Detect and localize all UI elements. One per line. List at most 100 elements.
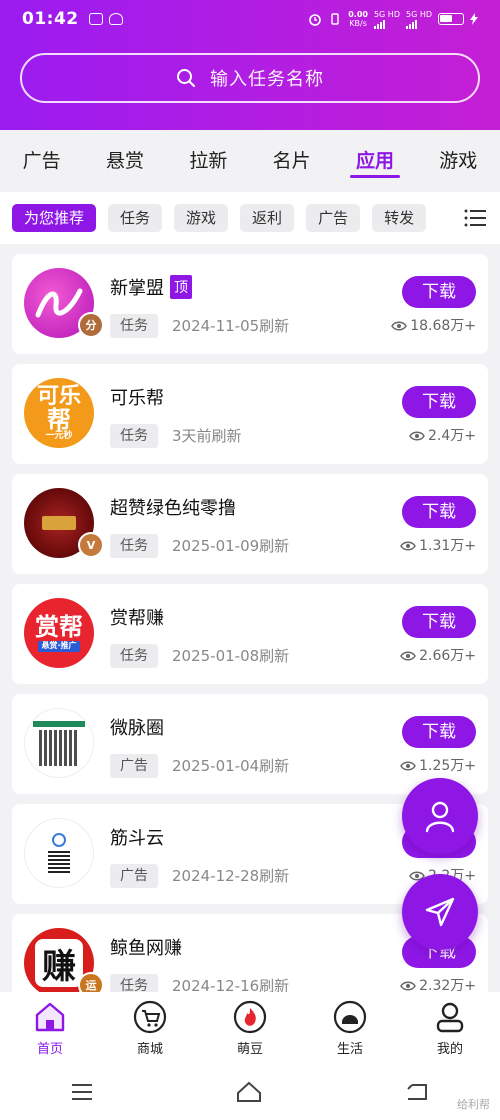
level-badge: V [78,532,104,558]
category-tag: 任务 [110,314,158,338]
list-item[interactable]: 微脉圈 广告 2025-01-04刷新 下载 1.25万+ [12,694,488,794]
eye-icon [391,321,408,331]
eye-icon [400,651,416,661]
download-button[interactable]: 下载 [402,386,476,418]
home-nav-icon[interactable] [235,1081,263,1103]
status-time: 01:42 [22,9,79,29]
view-count: 2.66万+ [400,644,476,668]
header: 01:42 0.00 KB/s 5G HD 5G HD 输入任务名称 [0,0,500,130]
tab-card[interactable]: 名片 [250,130,333,192]
app-name: 新掌盟 [110,278,164,299]
notification-icon [108,13,123,25]
tab-mall[interactable]: 商城 [100,992,200,1064]
alarm-icon [309,14,322,26]
refresh-date: 2025-01-09刷新 [172,537,290,555]
tab-mine[interactable]: 我的 [400,992,500,1064]
tab-apps[interactable]: 应用 [333,130,416,192]
home-icon [35,1002,65,1032]
life-icon [333,1000,367,1034]
app-logo: 可乐 帮 一元秒 [24,378,94,448]
status-bar: 01:42 0.00 KB/s 5G HD 5G HD [0,0,500,38]
pinned-tag: 顶 [170,275,192,299]
qr-code [39,729,79,766]
tab-ads[interactable]: 广告 [0,130,83,192]
download-button[interactable]: 下载 [402,276,476,308]
watermark: 给利帮 [457,1098,490,1111]
net-label-2: 5G HD [405,9,432,19]
eye-icon [409,431,425,441]
download-button[interactable]: 下载 [402,606,476,638]
category-tag: 广告 [110,754,158,778]
view-count: 18.68万+ [391,314,476,338]
view-count: 1.25万+ [400,754,476,778]
chip-rebate[interactable]: 返利 [240,204,295,232]
back-icon[interactable] [404,1081,430,1103]
chip-recommended[interactable]: 为您推荐 [12,204,97,232]
eye-icon [400,541,416,551]
qr-code [48,851,70,873]
menu-icon[interactable] [70,1082,94,1102]
list-item[interactable]: 赏帮 悬赏·推广 赏帮赚 任务 2025-01-08刷新 下载 2.66万+ [12,584,488,684]
chip-task[interactable]: 任务 [108,204,163,232]
app-name: 微脉圈 [110,718,164,739]
tab-referral[interactable]: 拉新 [167,130,250,192]
category-tag: 广告 [110,864,158,888]
eye-icon [400,761,416,771]
level-badge: 运 [78,972,104,992]
tab-life[interactable]: 生活 [300,992,400,1064]
category-tag: 任务 [110,424,158,448]
list-item[interactable]: 分 新掌盟顶 任务 2024-11-05刷新 下载 18.68万+ [12,254,488,354]
system-nav-bar [0,1064,500,1120]
category-tag: 任务 [110,644,158,668]
app-name: 赏帮赚 [110,608,164,629]
user-icon [425,801,455,833]
cart-icon [133,1000,167,1034]
app-name: 可乐帮 [110,388,164,409]
user-icon [436,1002,464,1033]
category-tag: 任务 [110,534,158,558]
battery-icon [438,13,464,25]
net-speed: 0.00 KB/s [348,10,368,28]
view-count: 1.31万+ [400,534,476,558]
send-icon [425,897,455,927]
list-item[interactable]: V 超赞绿色纯零撸 任务 2025-01-09刷新 下载 1.31万+ [12,474,488,574]
app-name: 鲸鱼网赚 [110,938,182,959]
view-count: 2.32万+ [400,974,476,992]
bottom-tab-bar: 首页 商城 萌豆 生活 我的 [0,992,500,1064]
search-input[interactable]: 输入任务名称 [20,53,480,103]
chip-game[interactable]: 游戏 [174,204,229,232]
app-logo [24,708,94,778]
profile-fab[interactable] [402,778,478,854]
chip-share[interactable]: 转发 [372,204,427,232]
chip-ads[interactable]: 广告 [306,204,361,232]
app-name: 筋斗云 [110,828,164,849]
refresh-date: 2024-12-28刷新 [172,867,290,885]
charging-icon [470,13,478,25]
signal-icon [373,19,400,29]
refresh-date: 2024-12-16刷新 [172,977,290,992]
vibrate-icon [331,13,339,25]
tab-bounty[interactable]: 悬赏 [83,130,166,192]
app-name: 超赞绿色纯零撸 [110,498,236,519]
list-menu-icon[interactable] [464,208,486,228]
tab-beans[interactable]: 萌豆 [200,992,300,1064]
app-logo: 赏帮 悬赏·推广 [24,598,94,668]
gallery-icon [88,13,103,25]
view-count: 2.4万+ [409,424,476,448]
category-tabs: 广告 悬赏 拉新 名片 应用 游戏 [0,130,500,192]
net-label-1: 5G HD [373,9,400,19]
tab-home[interactable]: 首页 [0,992,100,1064]
flame-icon [233,1000,267,1034]
tab-games[interactable]: 游戏 [417,130,500,192]
download-button[interactable]: 下载 [402,716,476,748]
send-fab[interactable] [402,874,478,950]
category-tag: 任务 [110,974,158,992]
download-button[interactable]: 下载 [402,496,476,528]
refresh-date: 3天前刷新 [172,427,242,445]
filter-chips: 为您推荐 任务 游戏 返利 广告 转发 [0,192,500,244]
signal-icon [405,19,432,29]
search-icon [177,69,195,87]
search-placeholder: 输入任务名称 [210,69,324,90]
list-item[interactable]: 可乐 帮 一元秒 可乐帮 任务 3天前刷新 下载 2.4万+ [12,364,488,464]
app-logo [24,818,94,888]
